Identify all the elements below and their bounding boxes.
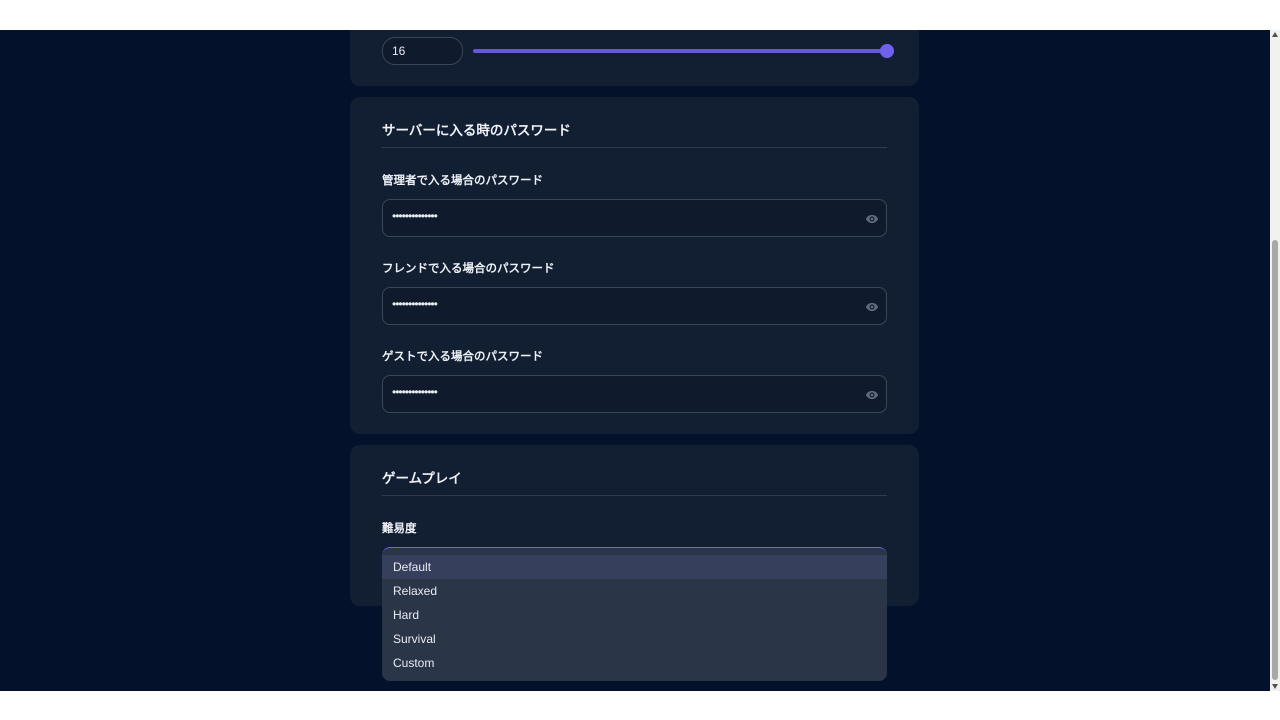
show-password-eye-icon[interactable] (865, 212, 879, 226)
difficulty-option-hard[interactable]: Hard (382, 603, 887, 627)
show-password-eye-icon[interactable] (865, 388, 879, 402)
scroll-down-arrow-icon[interactable] (1272, 684, 1278, 689)
difficulty-label: 難易度 (382, 523, 417, 535)
difficulty-option-relaxed[interactable]: Relaxed (382, 579, 887, 603)
admin-password-value: •••••••••••••• (392, 209, 438, 223)
difficulty-option-default[interactable]: Default (382, 555, 887, 579)
gameplay-section-title: ゲームプレイ (382, 471, 462, 486)
value-slider-track[interactable] (473, 49, 887, 53)
difficulty-option-survival[interactable]: Survival (382, 627, 887, 651)
show-password-eye-icon[interactable] (865, 300, 879, 314)
difficulty-option-custom[interactable]: Custom (382, 651, 887, 675)
page-scrollbar[interactable] (1270, 30, 1280, 691)
difficulty-dropdown-list[interactable]: Default Relaxed Hard Survival Custom (382, 547, 887, 681)
password-section-title: サーバーに入る時のパスワード (382, 123, 571, 138)
value-slider-thumb[interactable] (880, 44, 894, 58)
guest-password-value: •••••••••••••• (392, 385, 438, 399)
friend-password-value: •••••••••••••• (392, 297, 438, 311)
settings-page: 16 サーバーに入る時のパスワード 管理者で入る場合のパスワード •••••••… (0, 30, 1270, 691)
friend-password-label: フレンドで入る場合のパスワード (382, 263, 555, 275)
password-section-card: サーバーに入る時のパスワード 管理者で入る場合のパスワード ••••••••••… (350, 97, 919, 434)
guest-password-field[interactable]: •••••••••••••• (382, 375, 887, 413)
admin-password-field[interactable]: •••••••••••••• (382, 199, 887, 237)
friend-password-field[interactable]: •••••••••••••• (382, 287, 887, 325)
scroll-up-arrow-icon[interactable] (1272, 32, 1278, 37)
password-section-divider (382, 147, 887, 148)
gameplay-section-divider (382, 495, 887, 496)
scrollbar-thumb[interactable] (1272, 240, 1278, 680)
value-number-input[interactable]: 16 (382, 37, 463, 65)
guest-password-label: ゲストで入る場合のパスワード (382, 351, 543, 363)
admin-password-label: 管理者で入る場合のパスワード (382, 175, 543, 187)
settings-card-top: 16 (350, 30, 919, 86)
